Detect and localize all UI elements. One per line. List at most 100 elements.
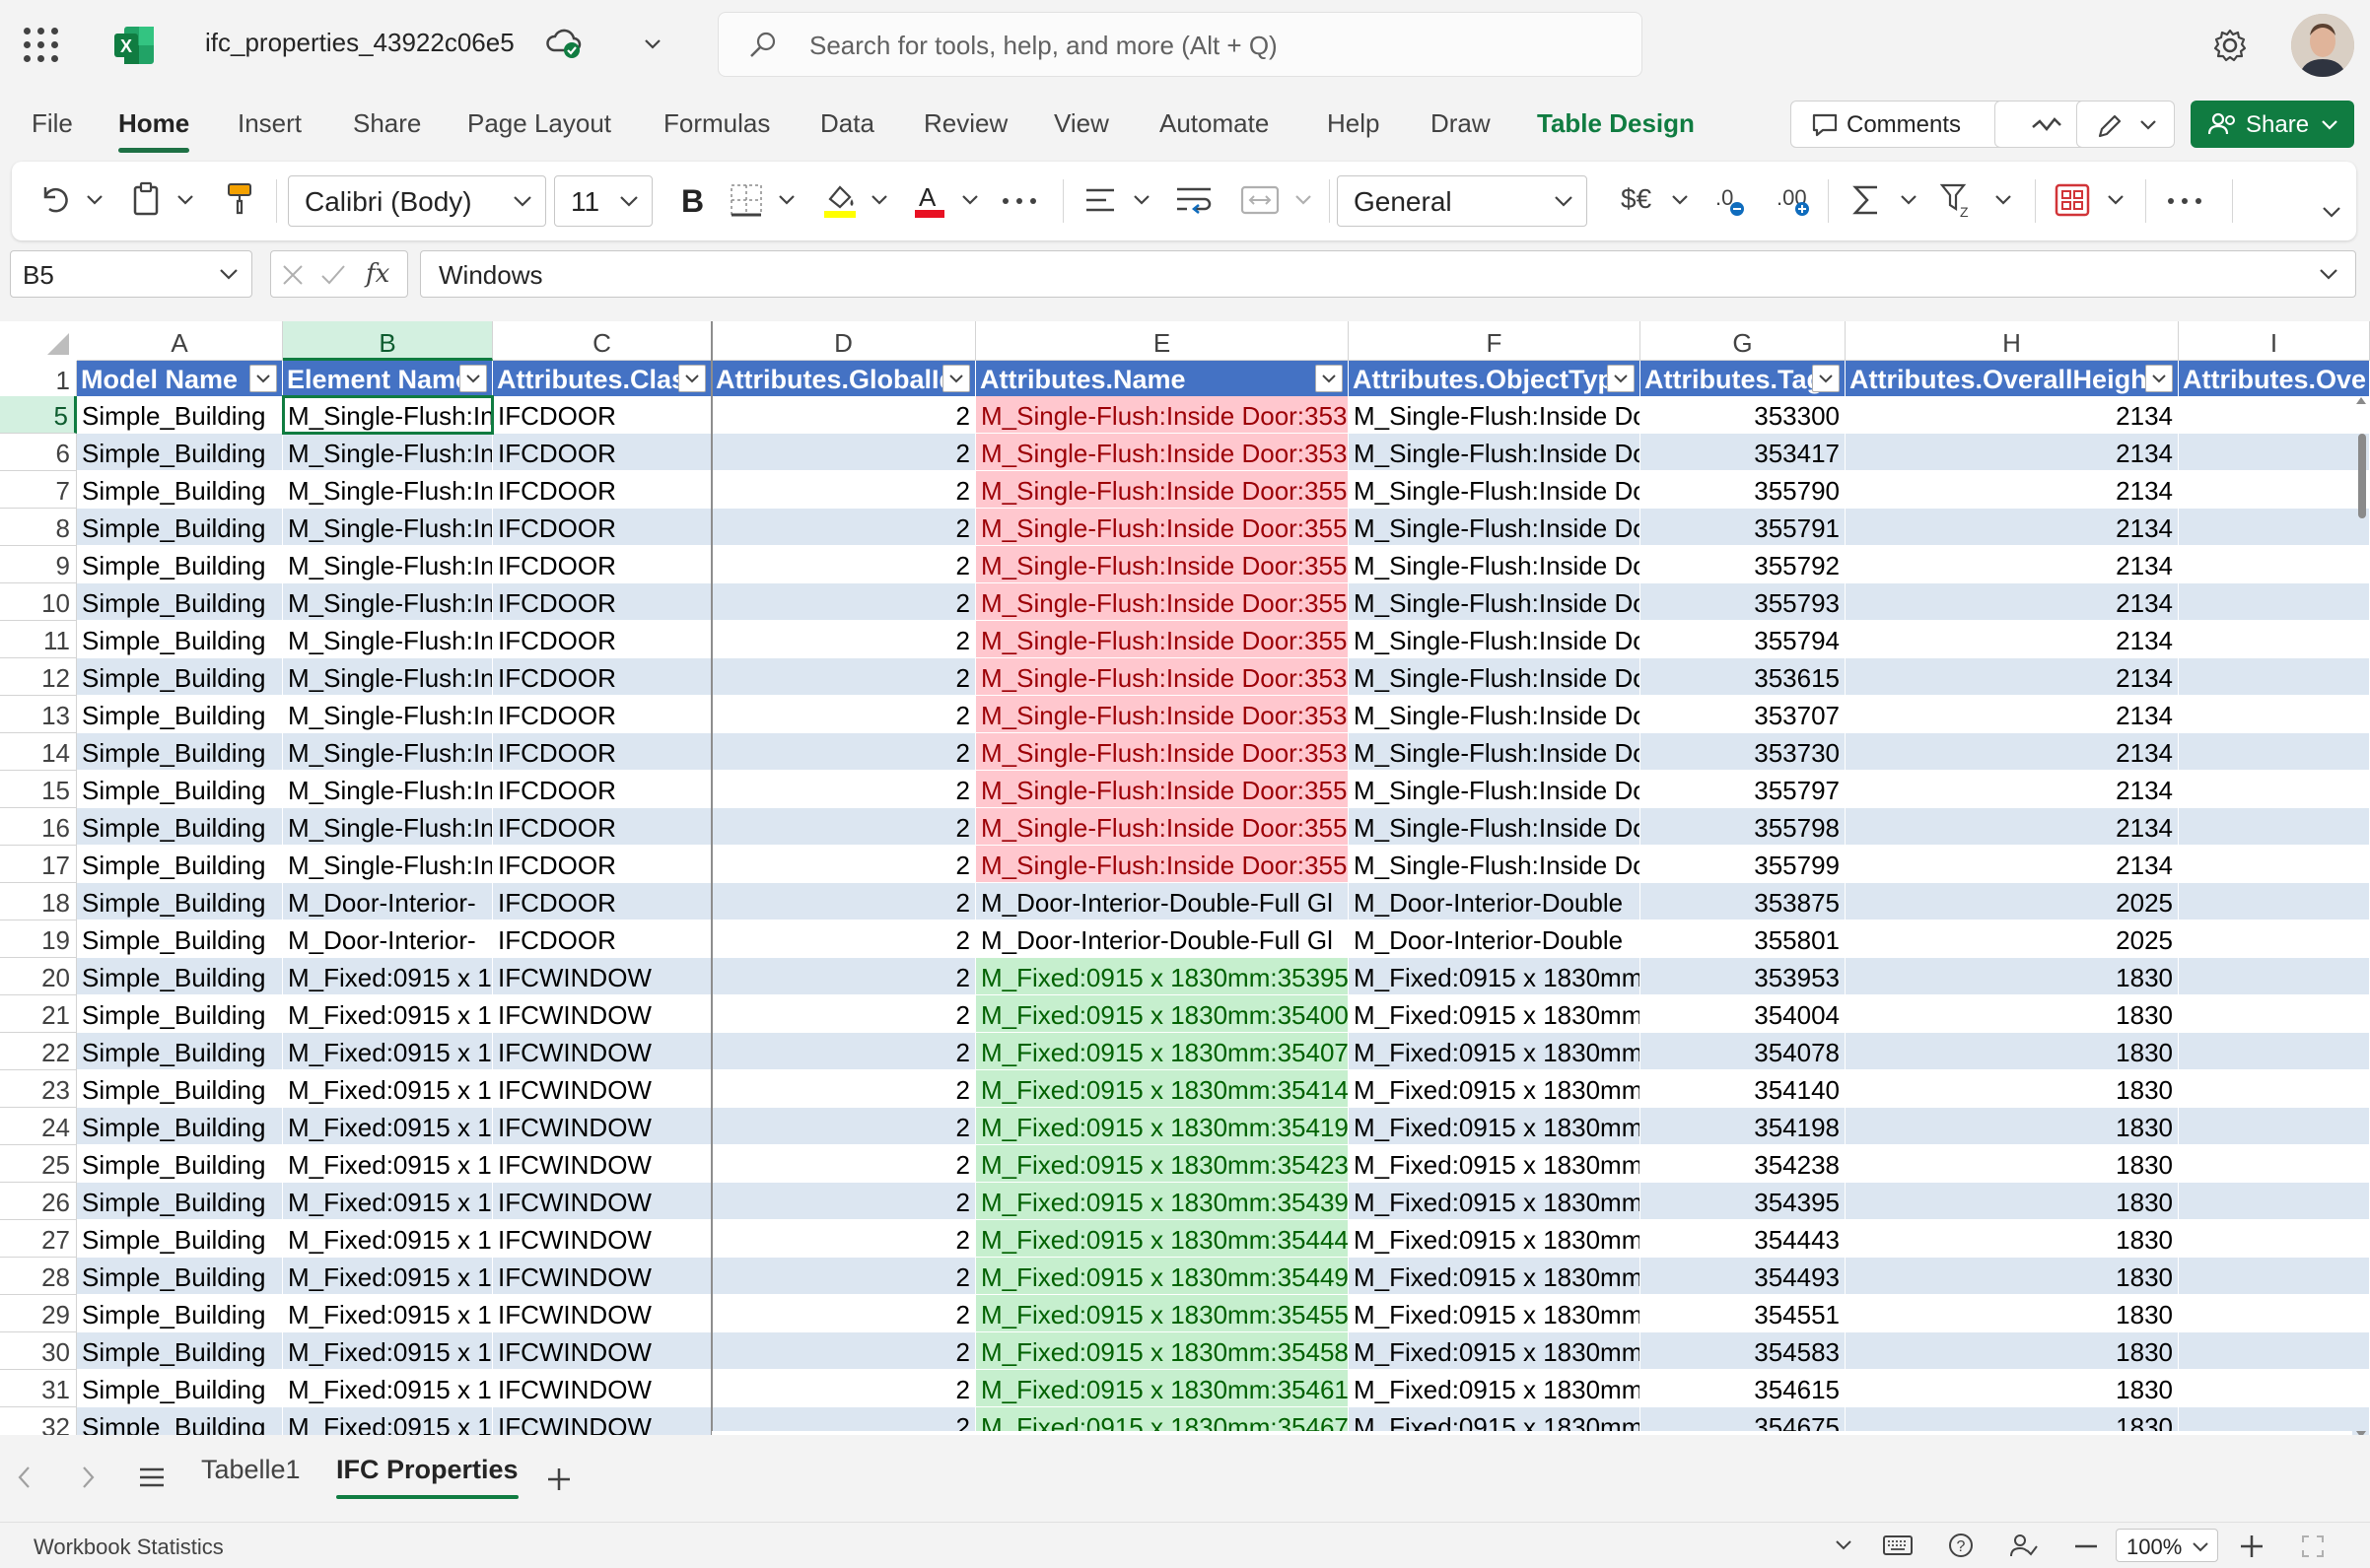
table-cell[interactable]: M_Fixed:0915 x 1830mm: [283, 1145, 493, 1183]
table-cell[interactable]: [2179, 1033, 2370, 1070]
table-cell[interactable]: M_Door-Interior-Double-Full Gl: [976, 920, 1349, 958]
table-cell[interactable]: M_Single-Flush:Inside Door:355791: [976, 509, 1349, 546]
table-cell[interactable]: IFCWINDOW: [493, 1220, 712, 1258]
table-cell[interactable]: M_Single-Flush:Inside Door: [283, 846, 493, 883]
table-cell[interactable]: [2179, 1145, 2370, 1183]
table-cell[interactable]: M_Single-Flush:Inside Door: [283, 621, 493, 658]
currency-format-icon[interactable]: $€: [1621, 183, 1651, 215]
table-cell[interactable]: M_Fixed:0915 x 1830mm: [1349, 1370, 1640, 1407]
table-cell[interactable]: [2179, 920, 2370, 958]
vertical-scroll-thumb[interactable]: [2358, 434, 2366, 518]
table-cell[interactable]: 2: [712, 808, 976, 846]
table-cell[interactable]: 355799: [1640, 846, 1846, 883]
chevron-down-icon[interactable]: [1670, 193, 1690, 207]
table-cell[interactable]: 2: [712, 621, 976, 658]
settings-gear-icon[interactable]: [2210, 26, 2250, 65]
borders-icon[interactable]: [730, 183, 763, 217]
table-cell[interactable]: IFCWINDOW: [493, 958, 712, 995]
workbook-statistics-link[interactable]: Workbook Statistics: [34, 1534, 224, 1560]
table-cell[interactable]: M_Fixed:0915 x 1830mm: [1349, 1332, 1640, 1370]
table-cell[interactable]: [2179, 1332, 2370, 1370]
filter-dropdown-button[interactable]: [942, 365, 970, 392]
table-cell[interactable]: [2179, 883, 2370, 920]
tab-home[interactable]: Home: [118, 108, 190, 153]
table-cell[interactable]: [2179, 396, 2370, 434]
row-header[interactable]: 10: [0, 583, 77, 621]
chevron-down-icon[interactable]: [2318, 267, 2339, 283]
table-cell[interactable]: IFCDOOR: [493, 846, 712, 883]
table-cell[interactable]: M_Fixed:0915 x 1830mm: [283, 1407, 493, 1435]
column-header-i[interactable]: I: [2179, 321, 2370, 361]
table-cell[interactable]: M_Fixed:0915 x 1830mm: [283, 1295, 493, 1332]
table-cell[interactable]: M_Fixed:0915 x 1830mm: [283, 1183, 493, 1220]
sort-filter-icon[interactable]: Z: [1940, 181, 1980, 219]
column-header-g[interactable]: G: [1640, 321, 1846, 361]
chevron-down-icon[interactable]: [218, 267, 240, 283]
table-cell[interactable]: Simple_Building: [77, 958, 283, 995]
table-cell[interactable]: [2179, 958, 2370, 995]
font-name-dropdown[interactable]: Calibri (Body): [288, 175, 546, 227]
table-cell[interactable]: 2: [712, 771, 976, 808]
chevron-down-icon[interactable]: [1293, 193, 1313, 207]
table-cell[interactable]: 355791: [1640, 509, 1846, 546]
table-cell[interactable]: M_Fixed:0915 x 1830mm: [283, 1332, 493, 1370]
row-header[interactable]: 30: [0, 1332, 77, 1370]
table-cell[interactable]: 1830: [1846, 1070, 2179, 1108]
chevron-down-icon[interactable]: [870, 193, 889, 207]
table-cell[interactable]: IFCWINDOW: [493, 1033, 712, 1070]
table-cell[interactable]: [2179, 846, 2370, 883]
row-header[interactable]: 18: [0, 883, 77, 920]
tab-insert[interactable]: Insert: [238, 108, 302, 139]
table-cell[interactable]: IFCWINDOW: [493, 1370, 712, 1407]
table-cell[interactable]: M_Fixed:0915 x 1830mm: [1349, 1183, 1640, 1220]
table-cell[interactable]: 2: [712, 920, 976, 958]
scroll-left-icon[interactable]: [16, 1465, 34, 1490]
table-cell[interactable]: 354493: [1640, 1258, 1846, 1295]
table-cell[interactable]: 1830: [1846, 1295, 2179, 1332]
table-cell[interactable]: M_Fixed:0915 x 1830mm: [1349, 1033, 1640, 1070]
table-cell[interactable]: 353417: [1640, 434, 1846, 471]
row-header[interactable]: 15: [0, 771, 77, 808]
table-cell[interactable]: 1830: [1846, 1145, 2179, 1183]
table-header-cell[interactable]: Attributes.Name: [976, 361, 1349, 396]
table-cell[interactable]: 355794: [1640, 621, 1846, 658]
table-cell[interactable]: Simple_Building: [77, 658, 283, 696]
row-header[interactable]: 25: [0, 1145, 77, 1183]
table-cell[interactable]: IFCDOOR: [493, 396, 712, 434]
table-cell[interactable]: 353300: [1640, 396, 1846, 434]
table-cell[interactable]: Simple_Building: [77, 1108, 283, 1145]
table-cell[interactable]: IFCDOOR: [493, 509, 712, 546]
zoom-dropdown[interactable]: 100%: [2116, 1529, 2218, 1562]
table-cell[interactable]: M_Fixed:0915 x 1830mm: [283, 1108, 493, 1145]
table-cell[interactable]: M_Fixed:0915 x 1830mm: [1349, 1258, 1640, 1295]
table-cell[interactable]: M_Single-Flush:Inside Door: [283, 509, 493, 546]
table-cell[interactable]: M_Fixed:0915 x 1830mm:354583: [976, 1332, 1349, 1370]
fullscreen-icon[interactable]: [2301, 1534, 2325, 1558]
tab-table-design[interactable]: Table Design: [1537, 108, 1695, 139]
cloud-saved-icon[interactable]: [545, 27, 583, 60]
row-header[interactable]: 11: [0, 621, 77, 658]
row-header[interactable]: 23: [0, 1070, 77, 1108]
table-cell[interactable]: 354004: [1640, 995, 1846, 1033]
table-cell[interactable]: M_Door-Interior-Double: [1349, 883, 1640, 920]
table-cell[interactable]: 2: [712, 509, 976, 546]
sheet-tab-tabelle1[interactable]: Tabelle1: [201, 1455, 301, 1485]
formula-input[interactable]: [437, 259, 2294, 292]
table-cell[interactable]: M_Single-Flush:Inside Door: [1349, 808, 1640, 846]
table-cell[interactable]: 2: [712, 583, 976, 621]
tab-automate[interactable]: Automate: [1159, 108, 1269, 139]
keyboard-icon[interactable]: [1883, 1534, 1913, 1556]
table-cell[interactable]: M_Single-Flush:Inside Door: [283, 808, 493, 846]
table-cell[interactable]: M_Single-Flush:Inside Door: [283, 696, 493, 733]
table-cell[interactable]: M_Fixed:0915 x 1830mm: [1349, 1220, 1640, 1258]
row-header[interactable]: 24: [0, 1108, 77, 1145]
select-all-corner[interactable]: [0, 321, 78, 362]
increase-decimal-icon[interactable]: .00: [1775, 183, 1814, 219]
table-cell[interactable]: [2179, 1070, 2370, 1108]
table-cell[interactable]: 354140: [1640, 1070, 1846, 1108]
table-cell[interactable]: M_Single-Flush:Inside Door:355798: [976, 808, 1349, 846]
table-cell[interactable]: [2179, 658, 2370, 696]
zoom-out-icon[interactable]: [2074, 1544, 2098, 1548]
table-cell[interactable]: IFCWINDOW: [493, 1295, 712, 1332]
table-cell[interactable]: M_Door-Interior-Double-Full Gl: [976, 883, 1349, 920]
